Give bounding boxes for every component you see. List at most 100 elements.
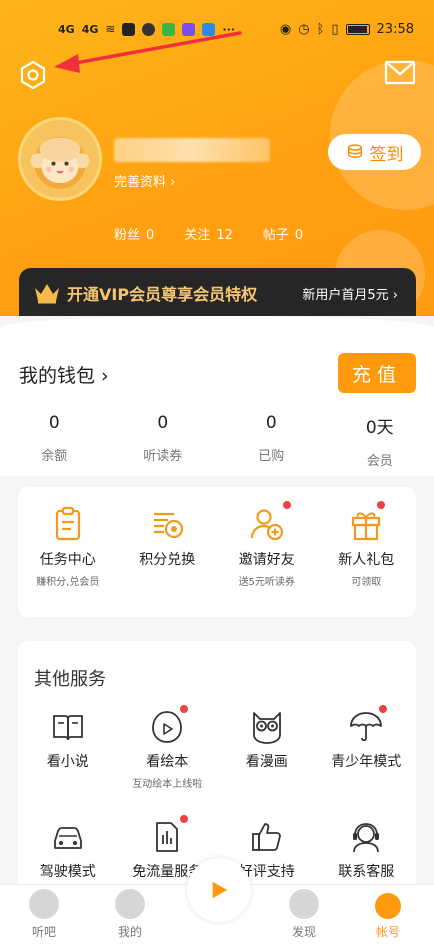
nav-discover[interactable]: 发现: [274, 889, 334, 940]
owl-icon: [252, 712, 281, 744]
stat-label: 关注: [184, 228, 211, 243]
service-title: 看绘本: [146, 754, 189, 770]
wallet-title[interactable]: 我的钱包 ›: [19, 361, 109, 388]
task-subtitle: 送5元听读券: [238, 577, 295, 588]
profile-stats: 粉丝 0 关注 12 帖子 0: [114, 224, 303, 243]
recharge-button[interactable]: 充值: [338, 353, 416, 393]
book-icon: [52, 715, 83, 741]
account-icon: [375, 893, 401, 919]
wallet-label: 听读券: [143, 449, 183, 464]
service-title: 联系客服: [338, 864, 395, 880]
service-picture-book[interactable]: 看绘本 互动绘本上线啦: [118, 705, 218, 819]
complete-profile-link[interactable]: 完善资料 ›: [114, 171, 175, 190]
nav-label: 我的: [117, 925, 142, 939]
stat-followers[interactable]: 粉丝 0: [114, 224, 154, 243]
crown-icon: [35, 284, 59, 304]
bluetooth-icon: ᛒ: [316, 22, 325, 37]
wallet-purchased[interactable]: 0 已购: [217, 413, 326, 469]
points-exchange-button[interactable]: 积分兑换: [118, 505, 218, 588]
newbie-gift-button[interactable]: 新人礼包 可领取: [317, 501, 417, 588]
play-button[interactable]: [187, 858, 251, 922]
nav-mine[interactable]: 我的: [100, 889, 160, 940]
nav-account[interactable]: 帐号: [358, 889, 418, 940]
service-title: 驾驶模式: [39, 864, 96, 880]
task-title: 任务中心: [39, 552, 96, 568]
vibrate-icon: ▯: [331, 22, 339, 37]
stat-label: 帖子: [262, 228, 289, 243]
notification-dot: [376, 501, 385, 509]
service-title: 看小说: [46, 754, 89, 770]
notification-dot: [283, 501, 291, 509]
username-redacted: [114, 138, 270, 162]
wallet-value: 0天: [365, 418, 394, 438]
notification-dot: [179, 705, 188, 713]
settings-icon: [20, 60, 46, 90]
task-center-button[interactable]: 任务中心 赚积分,兑会员: [18, 505, 118, 588]
settings-button[interactable]: [16, 58, 50, 92]
compass-icon: [289, 889, 319, 919]
stat-value: 0: [294, 228, 304, 243]
notification-dot: [378, 705, 387, 713]
vip-promo-link[interactable]: 新用户首月5元 ›: [302, 284, 398, 303]
stat-label: 粉丝: [114, 228, 141, 243]
service-subtitle: 互动绘本上线啦: [132, 779, 203, 790]
nav-label: 帐号: [375, 925, 400, 939]
wallet-vouchers[interactable]: 0 听读券: [109, 413, 218, 469]
service-teen-mode[interactable]: 青少年模式: [317, 705, 417, 819]
add-friend-icon: [250, 509, 283, 541]
eye-icon: ◉: [279, 22, 292, 37]
nav-label: 发现: [291, 925, 316, 939]
stat-posts[interactable]: 帖子 0: [263, 224, 303, 243]
notification-dot: [179, 815, 188, 823]
wallet-value: 0: [265, 413, 277, 433]
stat-value: 0: [146, 228, 155, 243]
wallet-value: 0: [157, 413, 169, 433]
listen-icon: [29, 889, 59, 919]
signin-button[interactable]: 签到: [328, 134, 421, 170]
vip-title: 开通VIP会员尊享会员特权: [67, 285, 258, 304]
wallet-balance[interactable]: 0 余额: [0, 413, 109, 469]
service-title: 看漫画: [245, 754, 288, 770]
service-novel[interactable]: 看小说: [18, 709, 118, 819]
invite-friends-button[interactable]: 邀请好友 送5元听读券: [217, 501, 317, 588]
task-title: 邀请好友: [238, 552, 295, 568]
battery-icon: [345, 24, 370, 35]
tasks-card: 任务中心 赚积分,兑会员 积分兑换 邀请好友 送5元听读券 新人礼包 可领取: [18, 487, 416, 617]
car-icon: [53, 827, 82, 849]
task-subtitle: 可领取: [351, 577, 382, 588]
stat-following[interactable]: 关注 12: [184, 224, 233, 243]
thumbs-up-icon: [251, 823, 281, 851]
picture-book-icon: [152, 711, 183, 743]
wallet-label: 余额: [41, 449, 68, 464]
wallet-membership[interactable]: 0天 会员: [326, 413, 434, 469]
headset-agent-icon: [353, 823, 380, 853]
service-title: 青少年模式: [331, 754, 402, 770]
nav-label: 听吧: [31, 925, 56, 939]
task-subtitle: 赚积分,兑会员: [36, 577, 100, 588]
headphones-icon: [115, 889, 145, 919]
avatar[interactable]: [18, 117, 102, 201]
alarm-icon: ◷: [298, 22, 310, 37]
nav-listen[interactable]: 听吧: [14, 889, 74, 940]
task-title: 新人礼包: [338, 552, 395, 568]
vip-banner[interactable]: 开通VIP会员尊享会员特权 新用户首月5元 ›: [19, 268, 416, 318]
task-title: 积分兑换: [139, 552, 196, 568]
sim-card-icon: [156, 822, 179, 852]
stat-value: 12: [216, 228, 233, 243]
messages-button[interactable]: [384, 60, 416, 86]
gift-icon: [352, 512, 381, 541]
wallet-label: 已购: [258, 449, 285, 464]
coin-exchange-icon: [154, 512, 184, 539]
mail-icon: [384, 60, 416, 85]
play-icon: [212, 881, 228, 899]
wallet-stats: 0 余额 0 听读券 0 已购 0天 会员: [0, 413, 434, 469]
clipboard-icon: [55, 506, 80, 541]
signin-label: 签到: [369, 144, 404, 165]
umbrella-icon: [350, 712, 383, 742]
annotation-arrow-icon: [54, 31, 242, 73]
clock-time: 23:58: [376, 22, 414, 37]
wallet-label: 会员: [366, 454, 393, 469]
service-comics[interactable]: 看漫画: [217, 709, 317, 819]
coins-icon: [347, 144, 362, 158]
monkey-avatar-icon: [30, 136, 90, 189]
